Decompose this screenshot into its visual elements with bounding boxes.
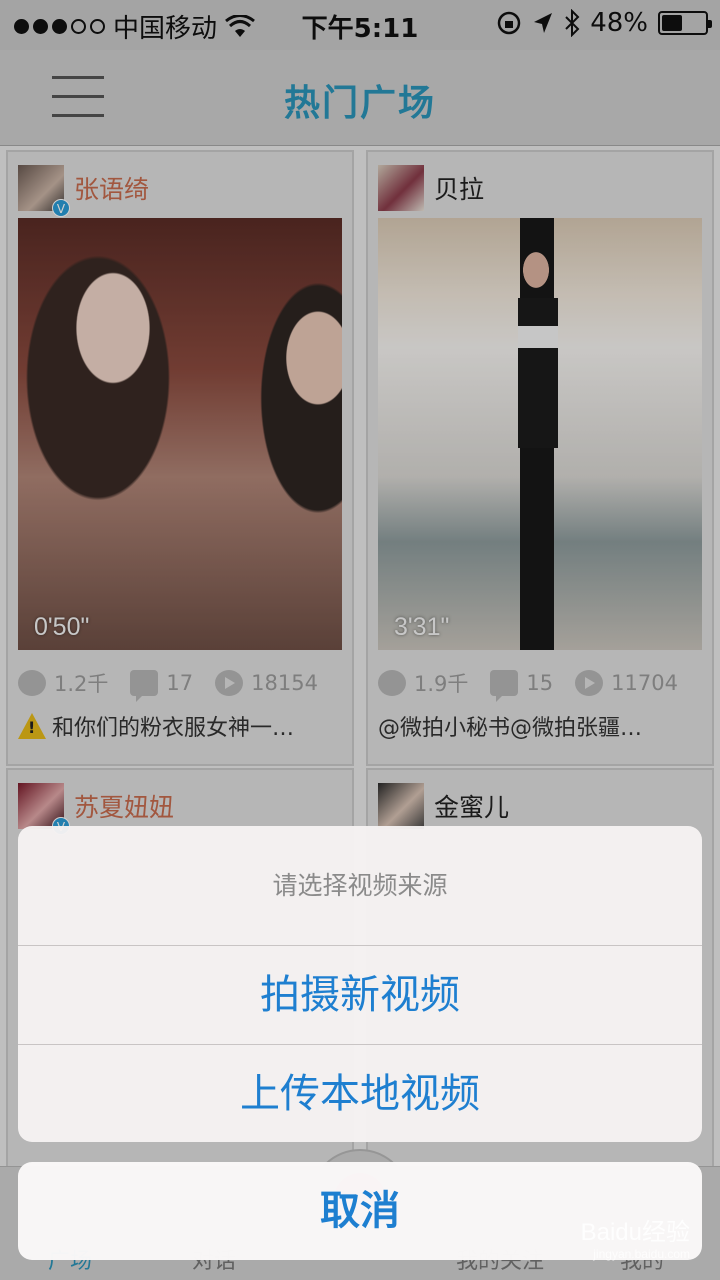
watermark-url: jingyan.baidu.com	[593, 1247, 690, 1261]
video-source-action-sheet: 请选择视频来源 拍摄新视频 上传本地视频	[18, 826, 702, 1142]
baidu-watermark: Baidu经验 jingyan.baidu.com	[581, 1212, 690, 1261]
record-new-video-button[interactable]: 拍摄新视频	[18, 946, 702, 1044]
action-sheet-title: 请选择视频来源	[18, 826, 702, 946]
watermark-text: Baidu经验	[580, 1219, 690, 1246]
upload-local-video-button[interactable]: 上传本地视频	[18, 1044, 702, 1142]
